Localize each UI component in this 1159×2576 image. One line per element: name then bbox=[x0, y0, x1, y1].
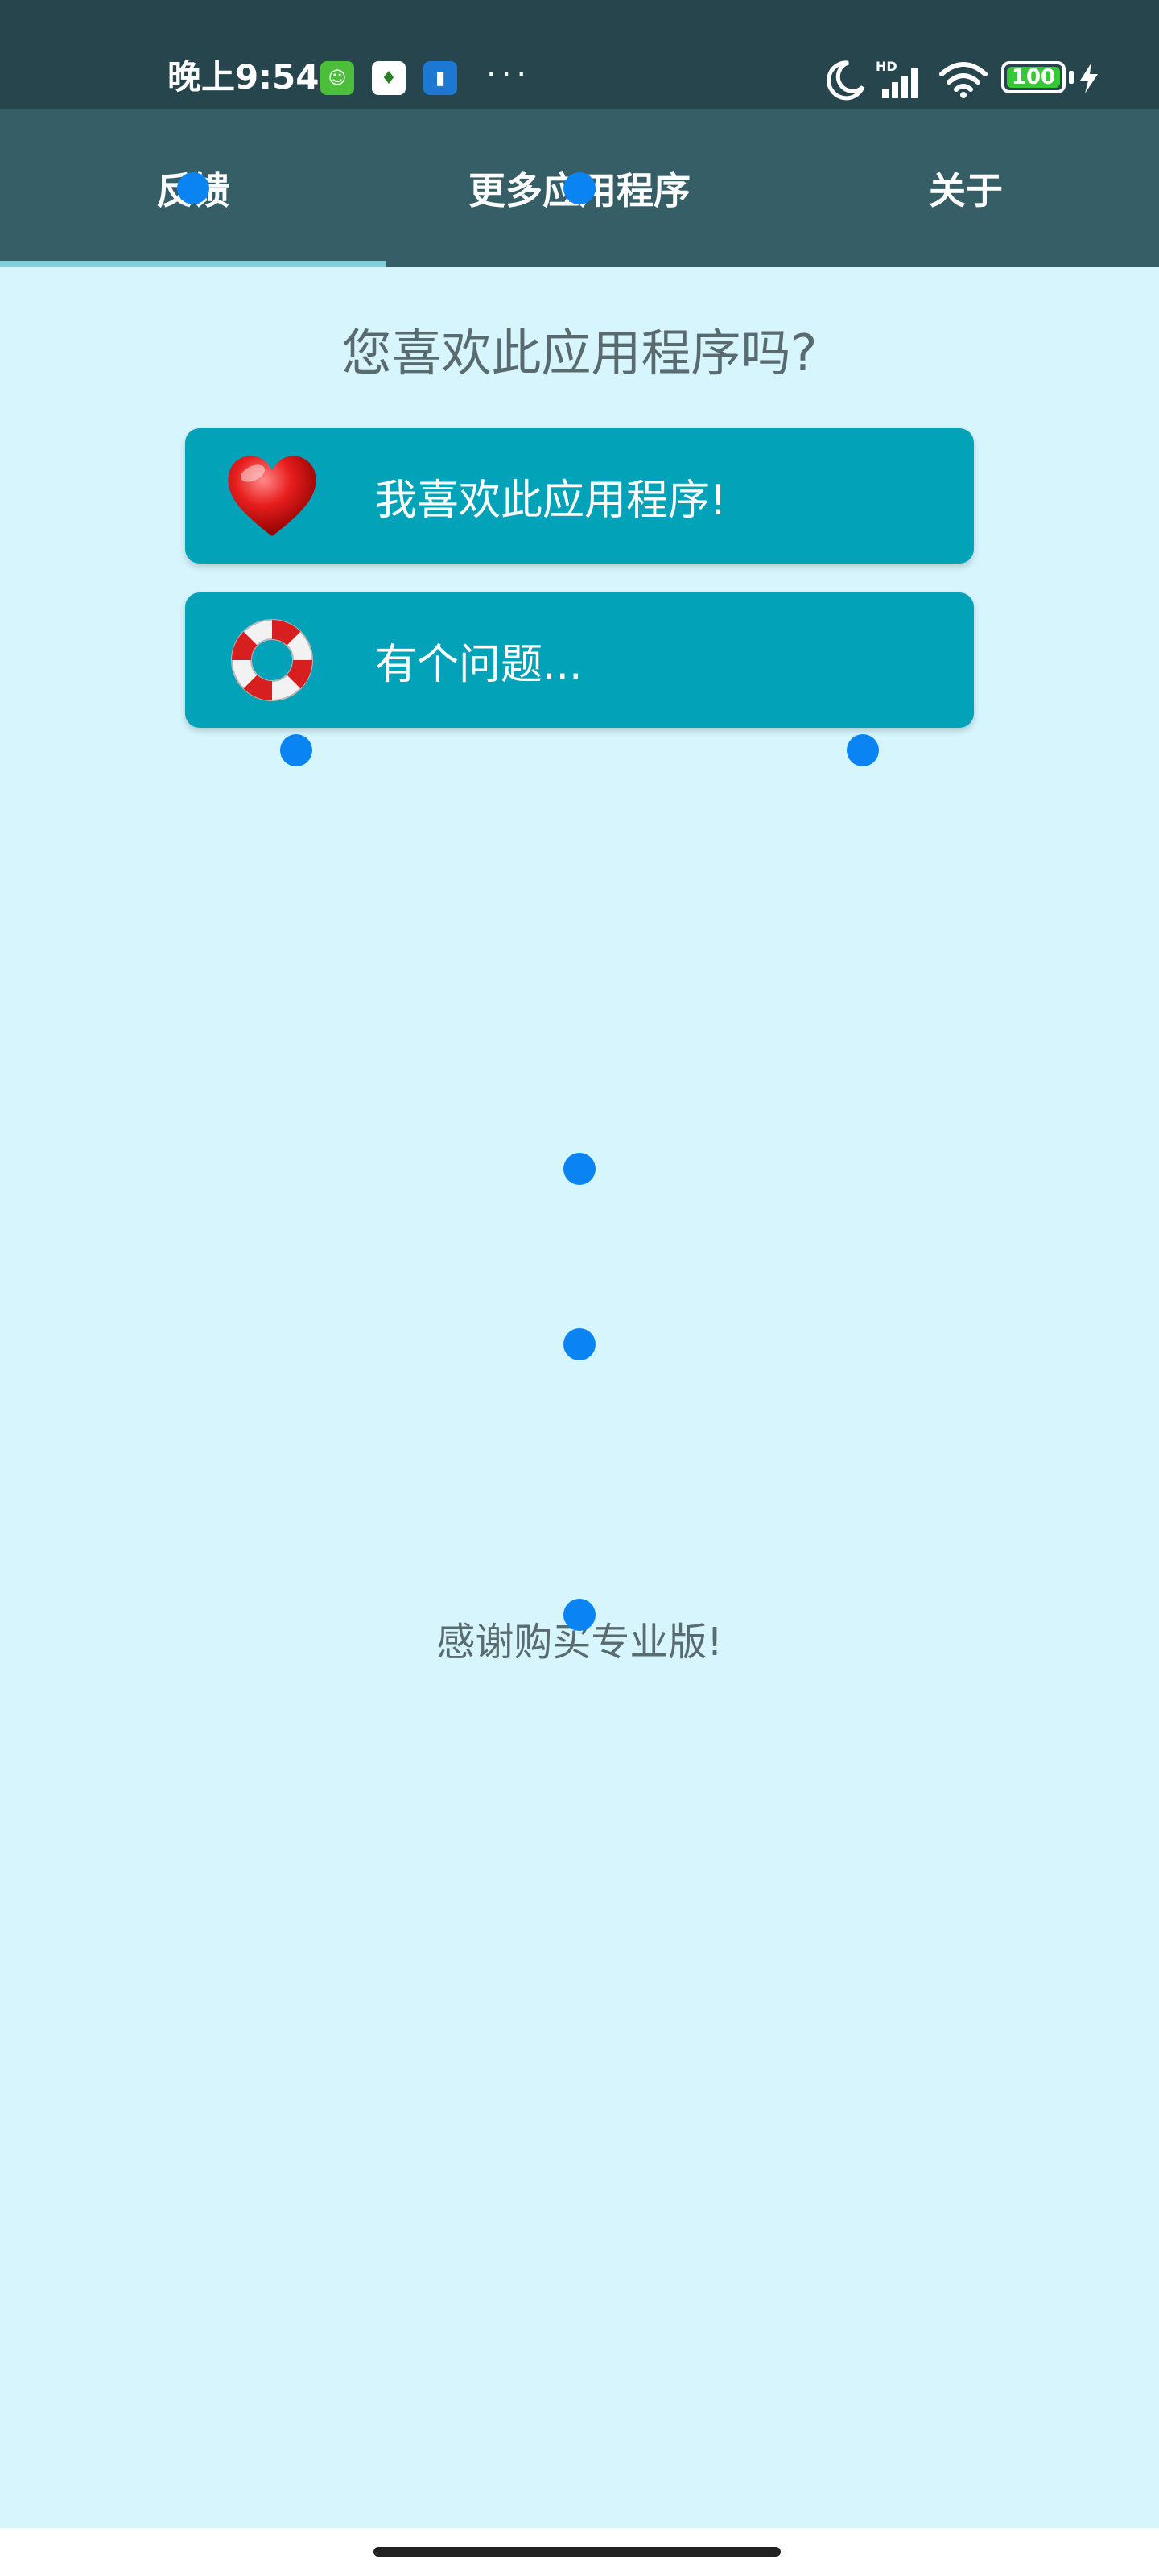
home-indicator[interactable] bbox=[373, 2547, 781, 2557]
tab-about[interactable]: 关于 bbox=[773, 109, 1159, 267]
network-type-label: HD bbox=[876, 59, 897, 74]
touch-dot bbox=[563, 1328, 596, 1360]
touch-dot bbox=[280, 734, 312, 766]
signal-icon: HD bbox=[876, 59, 918, 98]
have-problem-label: 有个问题... bbox=[375, 640, 583, 689]
heart-icon bbox=[228, 456, 316, 536]
tab-label: 关于 bbox=[929, 169, 1003, 213]
battery-cap bbox=[1069, 71, 1074, 84]
touch-dot bbox=[177, 172, 209, 204]
status-bar: 晚上9:54 ☺ ♦ ▮ ··· HD 100 bbox=[0, 0, 1159, 109]
status-time: 晚上9:54 bbox=[167, 57, 320, 97]
like-app-button[interactable]: 我喜欢此应用程序! bbox=[185, 428, 974, 564]
more-notifications-icon: ··· bbox=[486, 56, 532, 93]
have-problem-button[interactable]: 有个问题... bbox=[185, 592, 974, 728]
touch-dot bbox=[563, 1599, 596, 1631]
notification-app-icon: ♦ bbox=[372, 61, 406, 95]
like-app-label: 我喜欢此应用程序! bbox=[375, 476, 727, 525]
notification-app-icon: ▮ bbox=[423, 61, 457, 95]
battery-level: 100 bbox=[1011, 65, 1056, 89]
moon-icon bbox=[827, 60, 865, 101]
tab-indicator bbox=[0, 261, 386, 267]
lifebuoy-icon bbox=[231, 619, 313, 701]
notification-app-icon: ☺ bbox=[320, 61, 354, 95]
wifi-icon bbox=[939, 62, 988, 98]
question-heading: 您喜欢此应用程序吗? bbox=[341, 324, 818, 382]
touch-dot bbox=[847, 734, 879, 766]
touch-dot bbox=[563, 1153, 596, 1185]
battery-icon: 100 bbox=[1001, 61, 1066, 93]
charging-icon bbox=[1080, 63, 1098, 93]
touch-dot bbox=[563, 172, 596, 204]
